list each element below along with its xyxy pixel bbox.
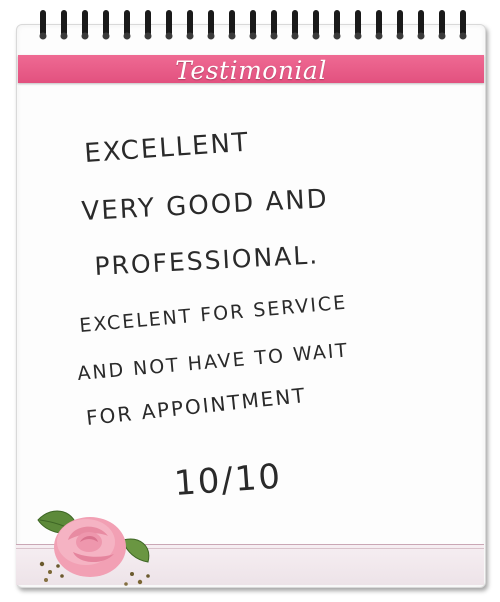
- binding-hole-icon: [438, 32, 446, 40]
- binding-hole-icon: [291, 32, 299, 40]
- binding-hole-icon: [228, 32, 236, 40]
- spiral-coil-icon: [334, 10, 340, 36]
- binding-hole-icon: [312, 32, 320, 40]
- handwritten-testimonial: EXCELLENT VERY GOOD AND PROFESSIONAL. EX…: [77, 127, 350, 504]
- binding-hole-icon: [60, 32, 68, 40]
- spiral-coil-icon: [271, 10, 277, 36]
- binding-hole-icon: [186, 32, 194, 40]
- spiral-coil-icon: [124, 10, 130, 36]
- spiral-coil-icon: [439, 10, 445, 36]
- binding-hole-icon: [39, 32, 47, 40]
- binding-hole-icon: [102, 32, 110, 40]
- title-ribbon: Testimonial: [18, 55, 484, 85]
- binding-hole-icon: [354, 32, 362, 40]
- spiral-coil-icon: [460, 10, 466, 36]
- testimonial-line-6: FOR APPOINTMENT: [85, 383, 308, 430]
- testimonial-line-5: AND NOT HAVE TO WAIT: [77, 339, 350, 385]
- binding-hole-icon: [375, 32, 383, 40]
- spiral-coil-icon: [187, 10, 193, 36]
- binding-hole-icon: [207, 32, 215, 40]
- spiral-binding-icon: [39, 10, 467, 40]
- spiral-coil-icon: [250, 10, 256, 36]
- spiral-coil-icon: [313, 10, 319, 36]
- testimonial-line-2: VERY GOOD AND: [81, 184, 330, 227]
- spiral-coil-icon: [145, 10, 151, 36]
- binding-hole-icon: [333, 32, 341, 40]
- testimonial-line-4: EXCELENT FOR SERVICE: [79, 292, 348, 337]
- rose-icon: [37, 510, 150, 586]
- spiral-coil-icon: [397, 10, 403, 36]
- testimonial-line-1: EXCELLENT: [83, 127, 250, 168]
- spiral-coil-icon: [292, 10, 298, 36]
- binding-hole-icon: [396, 32, 404, 40]
- binding-hole-icon: [459, 32, 467, 40]
- spiral-coil-icon: [40, 10, 46, 36]
- spiral-coil-icon: [418, 10, 424, 36]
- spiral-coil-icon: [376, 10, 382, 36]
- binding-hole-icon: [123, 32, 131, 40]
- spiral-coil-icon: [355, 10, 361, 36]
- spiral-coil-icon: [229, 10, 235, 36]
- spiral-coil-icon: [166, 10, 172, 36]
- spiral-coil-icon: [82, 10, 88, 36]
- binding-hole-icon: [270, 32, 278, 40]
- testimonial-rating: 10/10: [173, 457, 284, 504]
- page-title: Testimonial: [175, 55, 327, 85]
- binding-hole-icon: [165, 32, 173, 40]
- binding-hole-icon: [144, 32, 152, 40]
- spiral-coil-icon: [61, 10, 67, 36]
- binding-hole-icon: [81, 32, 89, 40]
- testimonial-line-3: PROFESSIONAL.: [94, 240, 320, 281]
- binding-hole-icon: [417, 32, 425, 40]
- spiral-coil-icon: [208, 10, 214, 36]
- binding-hole-icon: [249, 32, 257, 40]
- spiral-coil-icon: [103, 10, 109, 36]
